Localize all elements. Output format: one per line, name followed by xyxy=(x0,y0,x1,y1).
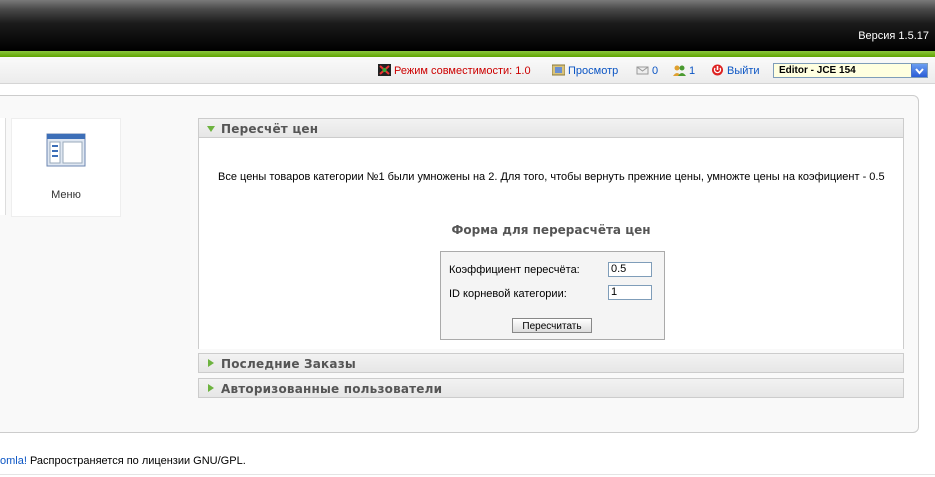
preview-icon xyxy=(552,64,565,76)
messages-link[interactable]: 0 xyxy=(636,64,658,77)
editor-select[interactable]: Editor - JCE 154 xyxy=(773,63,928,78)
coef-input[interactable]: 0.5 xyxy=(608,262,652,277)
panel-recalc-header[interactable]: Пересчёт цен xyxy=(198,118,904,138)
footer-divider xyxy=(0,474,935,475)
collapsed-arrow-icon xyxy=(208,359,214,367)
panel-recalc-title: Пересчёт цен xyxy=(221,122,319,136)
users-icon xyxy=(673,65,686,76)
panel-users-header[interactable]: Авторизованные пользователи xyxy=(198,378,904,398)
recalc-message: Все цены товаров категории №1 были умнож… xyxy=(218,171,885,183)
logout-icon xyxy=(712,64,723,76)
panel-orders-header[interactable]: Последние Заказы xyxy=(198,353,904,373)
quickicon-menu[interactable]: Меню xyxy=(11,118,121,217)
joomla-compat-icon xyxy=(378,64,391,76)
preview-link[interactable]: Просмотр xyxy=(552,64,618,77)
online-users-link[interactable]: 1 xyxy=(673,64,695,77)
editor-select-value: Editor - JCE 154 xyxy=(779,65,856,76)
panel-recalc-body: Все цены товаров категории №1 были умнож… xyxy=(198,138,904,349)
footer: omla! Распространяется по лицензии GNU/G… xyxy=(0,455,246,467)
version-label: Версия 1.5.17 xyxy=(858,30,929,42)
recalc-button[interactable]: Пересчитать xyxy=(512,318,592,333)
collapsed-arrow-icon xyxy=(208,384,214,392)
admin-header: Версия 1.5.17 xyxy=(0,0,935,51)
category-id-label: ID корневой категории: xyxy=(449,288,567,300)
joomla-link[interactable]: omla! xyxy=(0,455,27,467)
panel-users-title: Авторизованные пользователи xyxy=(221,382,443,396)
recalc-form: Коэффициент пересчёта: 0.5 ID корневой к… xyxy=(440,251,665,340)
panel-orders-title: Последние Заказы xyxy=(221,357,356,371)
quickicon-edge xyxy=(0,118,6,215)
messages-icon xyxy=(636,66,649,75)
compat-mode-link[interactable]: Режим совместимости: 1.0 xyxy=(378,64,531,77)
expanded-arrow-icon xyxy=(207,126,215,132)
recalc-form-title: Форма для перерасчёта цен xyxy=(451,223,651,237)
coef-label: Коэффициент пересчёта: xyxy=(449,264,580,276)
chevron-down-icon[interactable] xyxy=(911,64,927,77)
menu-icon xyxy=(46,133,86,167)
quickicon-menu-label: Меню xyxy=(51,189,81,201)
logout-link[interactable]: Выйти xyxy=(711,64,760,77)
footer-license-text: Распространяется по лицензии GNU/GPL. xyxy=(26,455,246,467)
category-id-input[interactable]: 1 xyxy=(608,285,652,300)
